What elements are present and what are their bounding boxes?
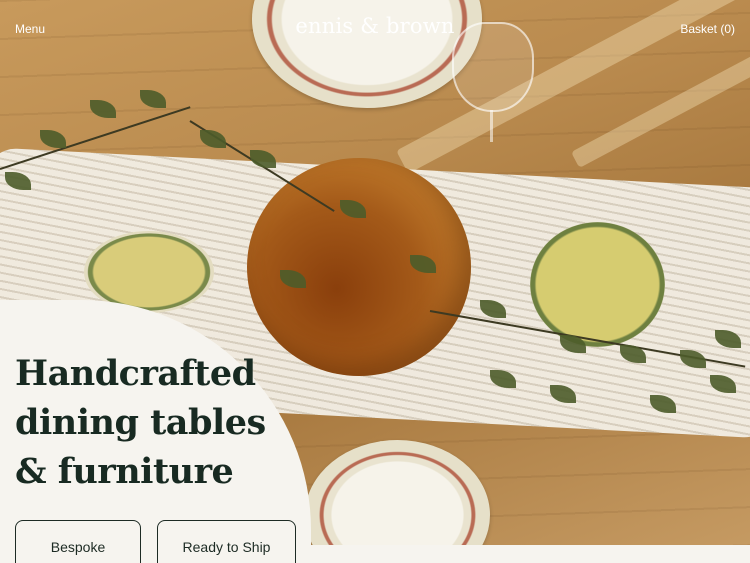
menu-link[interactable]: Menu xyxy=(15,22,45,36)
bespoke-button[interactable]: Bespoke xyxy=(15,520,141,563)
hero-title: Handcrafted dining tables & furniture xyxy=(15,353,266,492)
ivy-leaf xyxy=(200,130,226,148)
bowl-right xyxy=(530,222,665,347)
ready-to-ship-button[interactable]: Ready to Ship xyxy=(157,520,296,563)
ivy-leaf xyxy=(140,90,166,108)
site-header: Menu ennis & brown Basket (0) xyxy=(0,0,750,58)
brand-logo[interactable]: ennis & brown xyxy=(295,14,454,38)
basket-link[interactable]: Basket (0) xyxy=(680,22,735,36)
wine-glass-stem xyxy=(490,110,493,142)
page-bottom-strip xyxy=(311,545,750,563)
amber-vase xyxy=(247,158,471,376)
ivy-leaf xyxy=(40,130,66,148)
plate-bottom xyxy=(305,440,490,545)
ivy-leaf xyxy=(90,100,116,118)
